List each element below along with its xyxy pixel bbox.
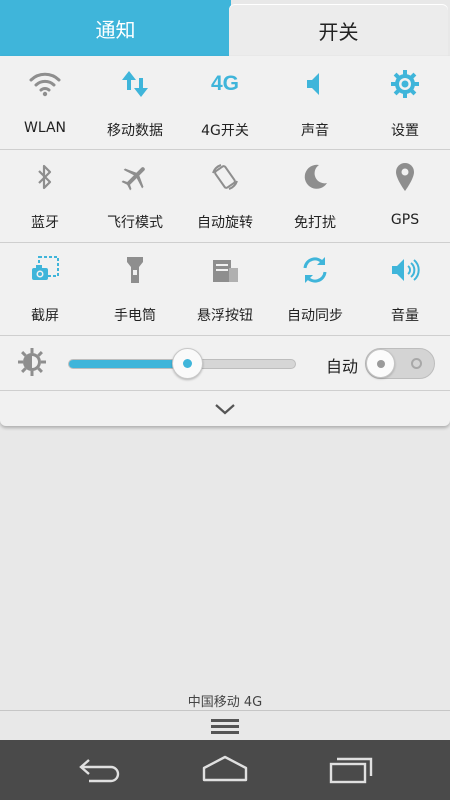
toggle-flashlight-label: 手电筒 bbox=[114, 308, 156, 324]
toggle-flashlight[interactable]: 手电筒 bbox=[90, 242, 180, 335]
toggle-4g-label: 4G开关 bbox=[201, 123, 249, 139]
home-icon[interactable] bbox=[200, 754, 250, 786]
toggle-sound[interactable]: 声音 bbox=[270, 56, 360, 149]
toggle-bluetooth[interactable]: 蓝牙 bbox=[0, 149, 90, 242]
auto-brightness-switch-knob bbox=[366, 349, 395, 378]
tab-bar: 通知 开关 bbox=[0, 0, 450, 56]
floating-button-icon bbox=[209, 254, 241, 286]
navigation-bar bbox=[0, 740, 450, 800]
toggle-settings-label: 设置 bbox=[391, 123, 419, 139]
toggle-airplane[interactable]: 飞行模式 bbox=[90, 149, 180, 242]
toggle-auto-sync[interactable]: 自动同步 bbox=[270, 242, 360, 335]
toggle-sound-label: 声音 bbox=[301, 123, 329, 139]
mobile-data-icon bbox=[119, 68, 151, 100]
back-icon[interactable] bbox=[75, 754, 125, 786]
expand-chevron-down-icon[interactable] bbox=[213, 401, 237, 417]
brightness-row: 自动 bbox=[0, 335, 450, 391]
toggle-settings[interactable]: 设置 bbox=[360, 56, 450, 149]
toggle-floating-button[interactable]: 悬浮按钮 bbox=[180, 242, 270, 335]
toggle-screenshot-label: 截屏 bbox=[31, 308, 59, 324]
sound-icon bbox=[299, 68, 331, 100]
volume-icon bbox=[389, 254, 421, 286]
settings-gear-icon bbox=[389, 68, 421, 100]
toggle-gps-label: GPS bbox=[390, 212, 420, 228]
auto-brightness-switch[interactable] bbox=[365, 348, 435, 379]
auto-rotate-icon bbox=[209, 161, 241, 193]
toggle-gps[interactable]: GPS bbox=[360, 149, 450, 242]
wifi-icon bbox=[29, 68, 61, 100]
moon-icon bbox=[299, 161, 331, 193]
toggle-4g[interactable]: 4G 4G开关 bbox=[180, 56, 270, 149]
toggle-row-2: 蓝牙 飞行模式 自动旋转 免打扰 GPS bbox=[0, 149, 450, 243]
brightness-icon bbox=[17, 347, 47, 377]
quick-settings-panel: WLAN 移动数据 4G 4G开关 声音 设置 蓝牙 飞行模式 自动旋转 免打扰… bbox=[0, 56, 450, 426]
toggle-row-1: WLAN 移动数据 4G 4G开关 声音 设置 bbox=[0, 56, 450, 150]
toggle-screenshot[interactable]: 截屏 bbox=[0, 242, 90, 335]
toggle-mobile-data-label: 移动数据 bbox=[107, 123, 163, 139]
auto-brightness-label: 自动 bbox=[326, 357, 359, 376]
toggle-volume-label: 音量 bbox=[391, 308, 419, 324]
switch-off-indicator-icon bbox=[411, 358, 422, 369]
toggle-auto-rotate[interactable]: 自动旋转 bbox=[180, 149, 270, 242]
recent-apps-icon[interactable] bbox=[325, 754, 375, 786]
toggle-mobile-data[interactable]: 移动数据 bbox=[90, 56, 180, 149]
location-pin-icon bbox=[389, 161, 421, 193]
tab-notifications[interactable]: 通知 bbox=[0, 0, 231, 56]
airplane-icon bbox=[119, 161, 151, 193]
toggle-row-3: 截屏 手电筒 悬浮按钮 自动同步 音量 bbox=[0, 242, 450, 336]
toggle-auto-rotate-label: 自动旋转 bbox=[197, 215, 253, 231]
toggle-airplane-label: 飞行模式 bbox=[107, 215, 163, 231]
toggle-volume[interactable]: 音量 bbox=[360, 242, 450, 335]
drag-handle-icon[interactable] bbox=[211, 717, 239, 735]
flashlight-icon bbox=[119, 254, 151, 286]
4g-icon: 4G bbox=[210, 72, 239, 95]
screenshot-icon bbox=[29, 254, 61, 286]
toggle-floating-button-label: 悬浮按钮 bbox=[197, 308, 253, 324]
toggle-do-not-disturb-label: 免打扰 bbox=[294, 215, 336, 231]
carrier-label: 中国移动 4G bbox=[187, 695, 263, 710]
toggle-auto-sync-label: 自动同步 bbox=[287, 308, 343, 324]
toggle-wlan[interactable]: WLAN bbox=[0, 56, 90, 149]
tab-notifications-label: 通知 bbox=[95, 17, 136, 42]
tab-switches-label: 开关 bbox=[318, 19, 359, 44]
divider bbox=[0, 710, 450, 711]
sync-icon bbox=[299, 254, 331, 286]
toggle-wlan-label: WLAN bbox=[23, 120, 66, 136]
bluetooth-icon bbox=[29, 161, 61, 193]
tab-switches[interactable]: 开关 bbox=[229, 4, 448, 56]
brightness-slider-thumb[interactable] bbox=[172, 348, 203, 379]
brightness-slider-fill bbox=[69, 360, 187, 368]
toggle-bluetooth-label: 蓝牙 bbox=[31, 215, 59, 231]
toggle-do-not-disturb[interactable]: 免打扰 bbox=[270, 149, 360, 242]
